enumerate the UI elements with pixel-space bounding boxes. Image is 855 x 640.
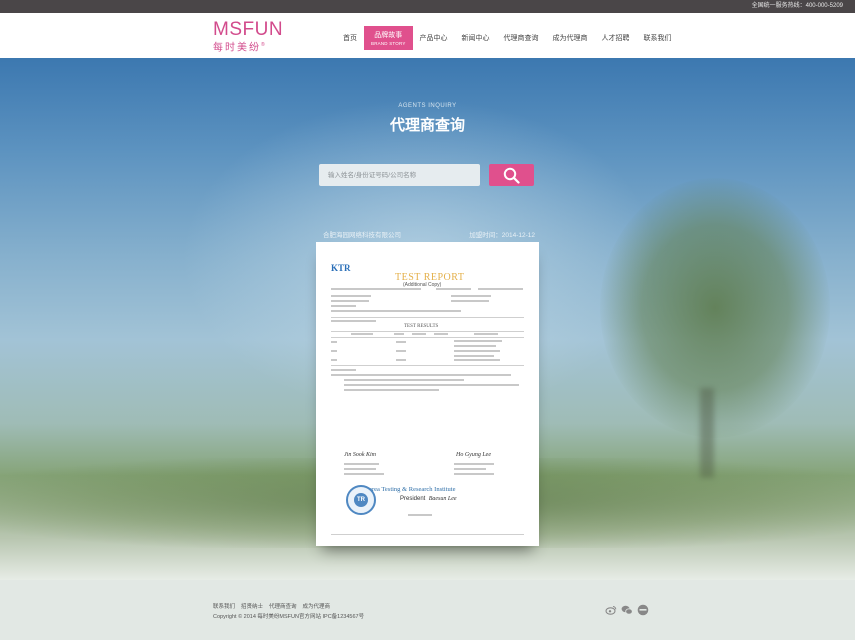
site-header: MSFUN 每时美纷® 首页 品牌故事 BRAND STORY 产品中心 新闻中心 代理商… <box>0 13 855 59</box>
nav-item-label: 联系我们 <box>643 35 672 42</box>
institute-name: Korea Testing & Research Institute <box>364 486 456 493</box>
footer-link[interactable]: 联系我们 <box>213 602 235 610</box>
logo-cn: 每时美纷® <box>213 42 265 54</box>
qq-icon[interactable] <box>637 604 649 616</box>
result-company: 合肥海园网络科技有限公司 <box>323 232 401 239</box>
weibo-icon[interactable] <box>605 604 617 616</box>
main-nav: 首页 品牌故事 BRAND STORY 产品中心 新闻中心 代理商查询 成为代理商 人才招聘 联… <box>336 26 679 50</box>
footer-link[interactable]: 成为代理商 <box>303 602 331 610</box>
footer-link[interactable]: 招贤纳士 <box>241 602 263 610</box>
signature-right: Ho Gyung Lee <box>456 452 491 458</box>
site-footer: 联系我们 招贤纳士 代理商查询 成为代理商 Copyright © 2014 每时美纷… <box>0 580 855 640</box>
nav-item-0[interactable]: 首页 <box>336 26 364 50</box>
blurred-tree-image <box>600 178 830 438</box>
footer-links: 联系我们 招贤纳士 代理商查询 成为代理商 <box>213 602 330 610</box>
search-icon <box>503 167 520 184</box>
ktr-stamp-icon: TR <box>346 485 376 515</box>
logo-en: MSFUN <box>213 19 284 40</box>
nav-item-6[interactable]: 人才招聘 <box>595 26 637 50</box>
certificate-results-heading: TEST RESULTS <box>404 324 439 329</box>
result-join-date: 加盟时间：2014-12-12 <box>469 232 535 239</box>
signature-left: Jin Sook Kim <box>344 452 376 458</box>
nav-item-label: 成为代理商 <box>552 35 588 42</box>
nav-item-label: 品牌故事 <box>374 32 403 39</box>
search-button[interactable] <box>489 164 534 186</box>
nav-item-label: 产品中心 <box>419 35 448 42</box>
nav-item-sublabel: BRAND STORY <box>371 41 406 46</box>
section-title-en: AGENTS INQUIRY <box>398 103 457 109</box>
nav-item-5[interactable]: 成为代理商 <box>546 26 595 50</box>
search-input[interactable] <box>319 164 480 186</box>
top-bar: 全国统一服务热线：400-000-5209 <box>0 0 855 13</box>
page-title: 代理商查询 <box>389 117 465 134</box>
nav-item-1[interactable]: 品牌故事 BRAND STORY <box>364 26 413 50</box>
nav-item-2[interactable]: 产品中心 <box>413 26 455 50</box>
nav-item-label: 代理商查询 <box>503 35 539 42</box>
president-label: President Baesun Lee <box>400 496 457 502</box>
service-hotline: 全国统一服务热线：400-000-5209 <box>751 3 843 9</box>
footer-link[interactable]: 代理商查询 <box>269 602 297 610</box>
nav-item-7[interactable]: 联系我们 <box>637 26 679 50</box>
nav-item-label: 人才招聘 <box>601 35 630 42</box>
copyright: Copyright © 2014 每时美纷MSFUN官方网站 IPC备12345… <box>213 614 365 620</box>
nav-item-3[interactable]: 新闻中心 <box>455 26 497 50</box>
nav-item-label: 首页 <box>343 35 357 42</box>
wechat-icon[interactable] <box>621 604 633 616</box>
site-logo[interactable]: MSFUN 每时美纷® <box>213 20 283 54</box>
ktr-logo: KTR <box>331 263 351 273</box>
nav-item-label: 新闻中心 <box>461 35 490 42</box>
nav-item-4[interactable]: 代理商查询 <box>497 26 546 50</box>
agent-certificate-image[interactable]: KTR TEST REPORT (Additional Copy) TEST R… <box>316 242 539 546</box>
